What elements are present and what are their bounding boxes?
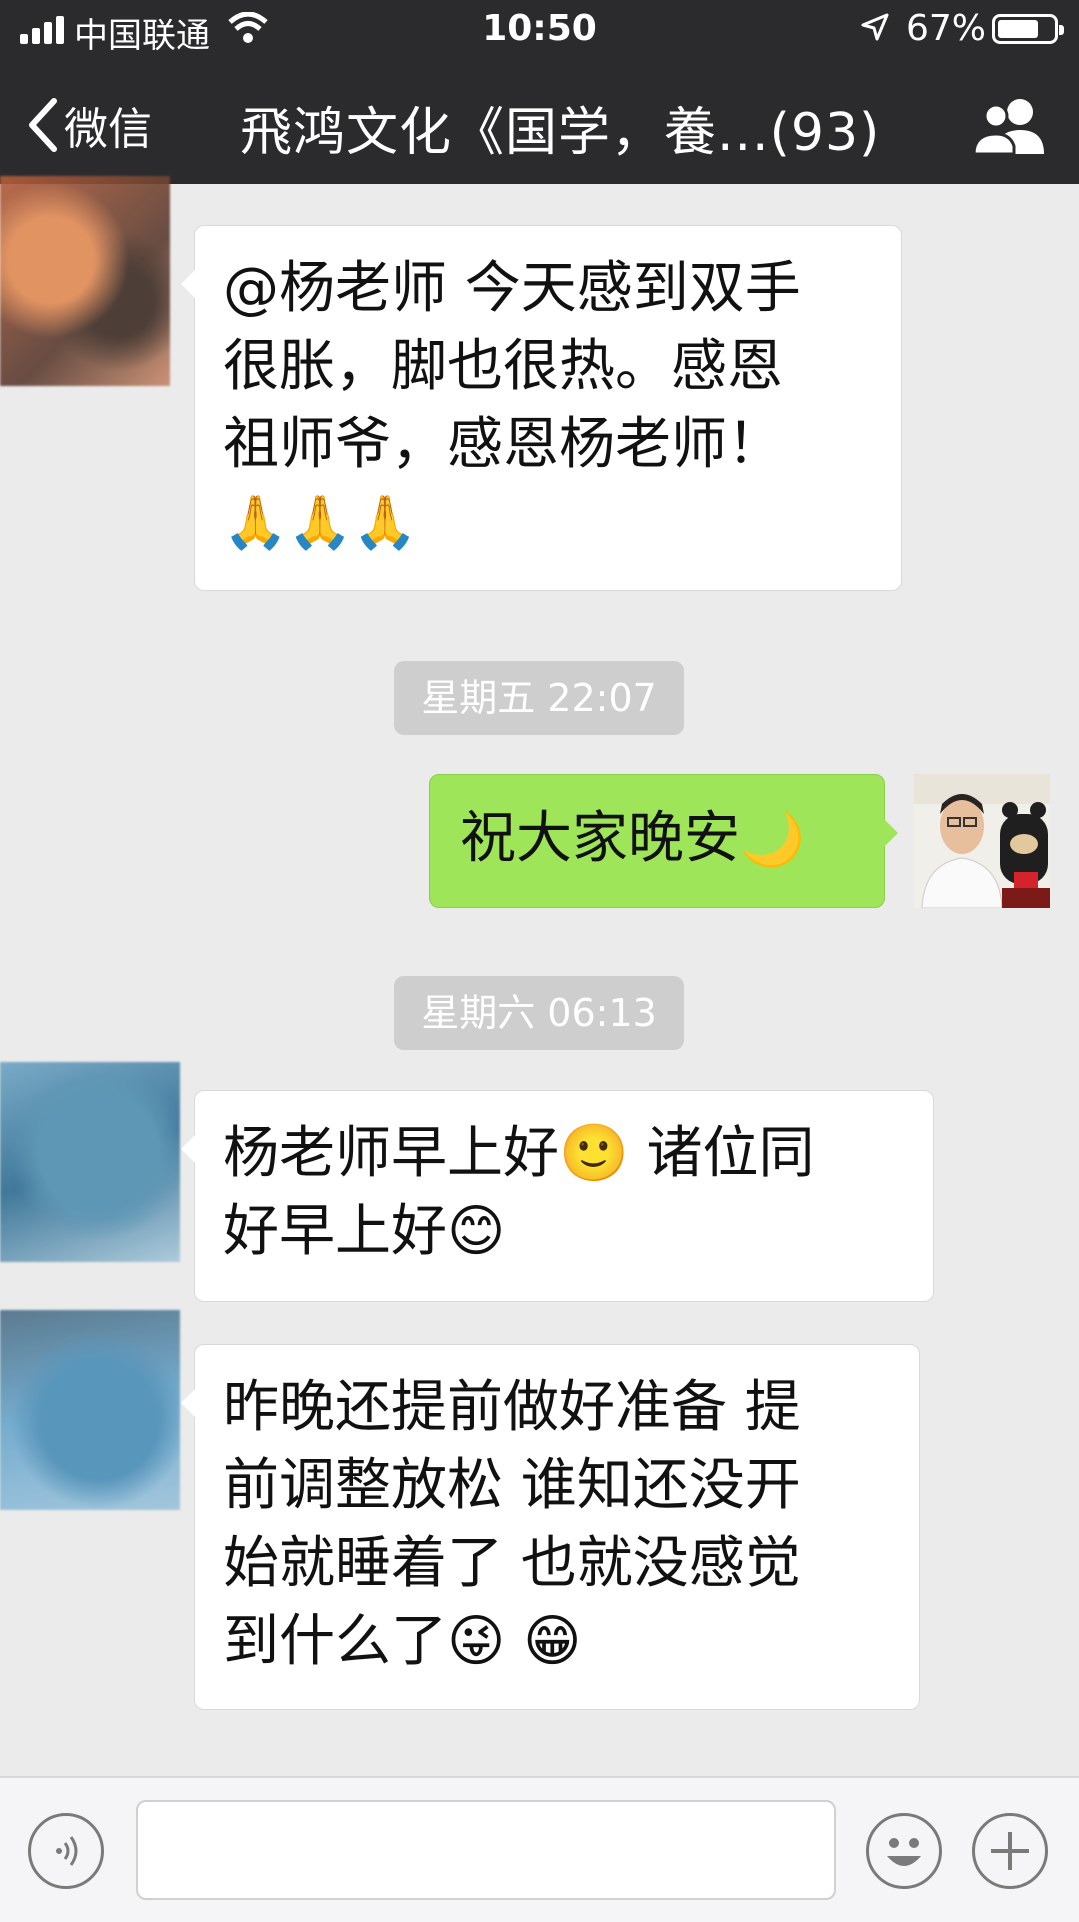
emoji-button[interactable] xyxy=(866,1813,942,1889)
battery-icon xyxy=(992,14,1064,44)
message-line: 前调整放松 谁知还没开 xyxy=(223,1453,801,1518)
timestamp: 星期六 06:13 xyxy=(394,976,684,1050)
avatar-photo xyxy=(914,774,1050,908)
avatar[interactable] xyxy=(0,1062,180,1262)
input-bar xyxy=(0,1776,1079,1922)
message-line: 到什么了😜 😁 xyxy=(223,1609,582,1674)
message-bubble[interactable]: 昨晚还提前做好准备 提 前调整放松 谁知还没开 始就睡着了 也就没感觉 到什么了… xyxy=(181,1344,920,1710)
avatar[interactable] xyxy=(0,1310,180,1510)
folded-hands-emoji: 🙏🙏🙏 xyxy=(223,493,418,553)
chat-title: 飛鸿文化《国学，養...(93) xyxy=(240,103,881,163)
status-bar: 中国联通 10:50 67% xyxy=(0,0,1079,60)
message-text: 祝大家晚安 xyxy=(460,806,740,871)
nav-bar: 微信 飛鸿文化《国学，養...(93) xyxy=(0,68,1079,178)
back-button[interactable]: 微信 xyxy=(26,90,152,160)
avatar[interactable] xyxy=(0,176,170,386)
top-bar: 中国联通 10:50 67% 微信 飛鸿文化《国学，養...(93) xyxy=(0,0,1079,184)
message-line: 好早上好😊 xyxy=(223,1199,506,1264)
message-line: @杨老师 今天感到双手 xyxy=(223,256,801,321)
message-line: 昨晚还提前做好准备 提 xyxy=(223,1375,801,1440)
emoji-icon xyxy=(887,1838,921,1866)
more-button[interactable] xyxy=(972,1813,1048,1889)
voice-button[interactable] xyxy=(28,1813,104,1889)
group-icon[interactable] xyxy=(970,92,1050,162)
back-label: 微信 xyxy=(64,104,152,155)
voice-icon xyxy=(56,1836,78,1866)
chevron-left-icon xyxy=(29,98,57,152)
message-bubble[interactable]: @杨老师 今天感到双手 很胀，脚也很热。感恩 祖师爷，感恩杨老师！ 🙏🙏🙏 xyxy=(181,225,902,591)
message-bubble[interactable]: 杨老师早上好🙂 诸位同 好早上好😊 xyxy=(181,1090,934,1302)
message-bubble-outgoing[interactable]: 祝大家晚安🌙 xyxy=(429,774,898,908)
message-line: 杨老师早上好🙂 诸位同 xyxy=(223,1121,815,1186)
timestamp: 星期五 22:07 xyxy=(394,661,684,735)
location-arrow-icon xyxy=(861,13,889,41)
moon-emoji: 🌙 xyxy=(740,810,805,870)
message-line: 很胀，脚也很热。感恩 xyxy=(223,334,783,399)
message-line: 始就睡着了 也就没感觉 xyxy=(223,1531,801,1596)
message-line: 祖师爷，感恩杨老师！ xyxy=(223,412,783,477)
my-avatar[interactable] xyxy=(914,774,1050,908)
plus-icon xyxy=(991,1832,1029,1870)
battery-percent: 67% xyxy=(906,8,987,49)
message-input[interactable] xyxy=(136,1800,836,1900)
